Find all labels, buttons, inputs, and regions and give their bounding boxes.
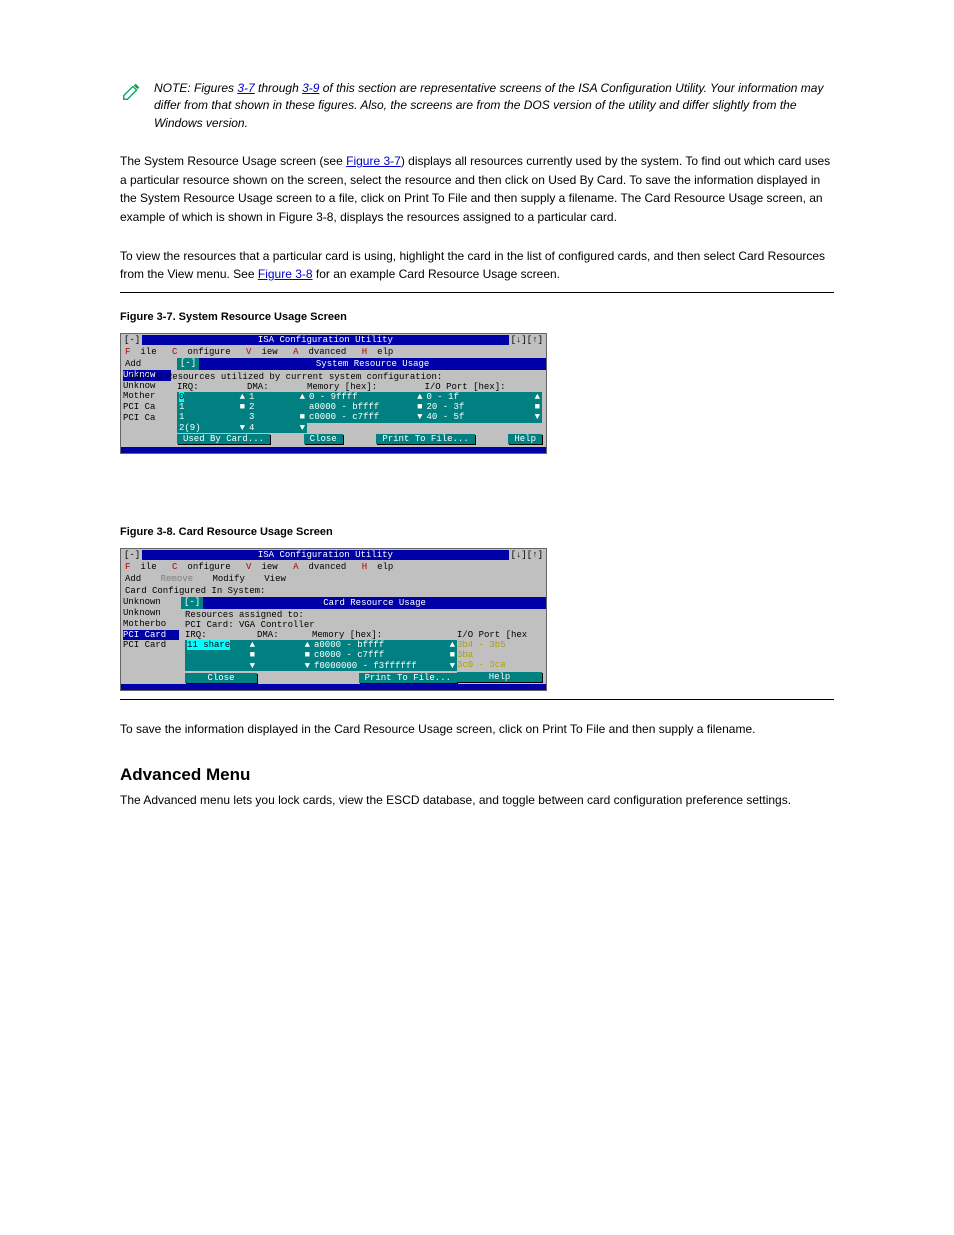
figure-caption-1: Figure 3-7. System Resource Usage Screen <box>120 311 834 323</box>
screenshot-card-resource-usage: [-] ISA Configuration Utility [↓][↑] Fil… <box>120 548 547 691</box>
memory-list[interactable]: 0 - 9ffff▲ a0000 - bffff■ c0000 - c7fff▼ <box>307 392 425 423</box>
note-paragraph: NOTE: Figures 3-7 through 3-9 of this se… <box>154 80 834 132</box>
figure-caption-2: Figure 3-8. Card Resource Usage Screen <box>120 526 834 538</box>
column-header-irq: IRQ: <box>177 382 247 392</box>
column-header-memory: Memory [hex]: <box>312 630 457 640</box>
dialog-title: System Resource Usage <box>199 358 546 370</box>
divider <box>120 292 834 293</box>
pencil-note-icon <box>120 80 144 102</box>
window-control-right[interactable]: [↓][↑] <box>511 550 543 560</box>
irq-list[interactable]: 0▲ 1■ 1 2(9)▼ <box>177 392 247 433</box>
section-heading-advanced: Advanced Menu <box>120 765 834 785</box>
screenshot-system-resource-usage: [-] ISA Configuration Utility [↓][↑] Fil… <box>120 333 547 454</box>
divider <box>120 699 834 700</box>
window-control-left[interactable]: [-] <box>124 335 140 345</box>
menu-bar[interactable]: File Configure View Advanced Help <box>121 561 546 573</box>
column-header-dma: DMA: <box>257 630 312 640</box>
body-paragraph-2: To view the resources that a particular … <box>120 247 834 284</box>
toolbar[interactable]: Add Remove Modify View <box>121 573 546 585</box>
window-title: ISA Configuration Utility <box>142 335 508 345</box>
memory-list[interactable]: a0000 - bffff▲ c0000 - c7fff■ f0000000 -… <box>312 640 457 671</box>
help-button[interactable]: Help <box>457 672 542 682</box>
help-button[interactable]: Help <box>508 434 542 444</box>
card-name-label: PCI Card: VGA Controller <box>185 620 542 630</box>
body-paragraph-3: To save the information displayed in the… <box>120 720 834 739</box>
io-list[interactable]: 0 - 1f▲ 20 - 3f■ 40 - 5f▼ <box>425 392 543 423</box>
window-title: ISA Configuration Utility <box>142 550 508 560</box>
close-button[interactable]: Close <box>185 673 257 683</box>
irq-list[interactable]: 11 share▲ ■ ▼ <box>185 640 257 671</box>
used-by-card-button[interactable]: Used By Card... <box>177 434 270 444</box>
dialog-title: Card Resource Usage <box>203 597 546 609</box>
figure-link-3-7[interactable]: 3-7 <box>237 81 254 95</box>
section-header: Card Configured In System: <box>121 585 546 597</box>
dma-list[interactable]: 1▲ 2 3■ 4▼ <box>247 392 307 433</box>
window-control-left[interactable]: [-] <box>124 550 140 560</box>
column-header-io: I/O Port [hex]: <box>425 382 543 392</box>
column-header-dma: DMA: <box>247 382 307 392</box>
print-to-file-button[interactable]: Print To File... <box>376 434 474 444</box>
resources-assigned-label: Resources assigned to: <box>185 610 542 620</box>
window-control-right[interactable]: [↓][↑] <box>511 335 543 345</box>
dialog-control-icon[interactable]: [-] <box>181 597 203 609</box>
column-header-memory: Memory [hex]: <box>307 382 425 392</box>
menu-bar[interactable]: File Configure View Advanced Help <box>121 346 546 358</box>
column-header-irq: IRQ: <box>185 630 257 640</box>
column-header-io: I/O Port [hex <box>457 630 542 640</box>
body-paragraph-4: The Advanced menu lets you lock cards, v… <box>120 791 834 810</box>
toolbar-add[interactable]: AAdddd <box>121 358 177 370</box>
figure-link-3-7b[interactable]: Figure 3-7 <box>346 154 401 168</box>
dialog-control-icon[interactable]: [-] <box>177 358 199 370</box>
card-list-sidebar[interactable]: Unknown Unknown Motherbo PCI Card PCI Ca… <box>121 597 181 684</box>
figure-link-3-9[interactable]: 3-9 <box>302 81 319 95</box>
close-button[interactable]: Close <box>304 434 343 444</box>
dma-list[interactable]: ▲ ■ ▼ <box>257 640 312 671</box>
body-paragraph-1: The System Resource Usage screen (see Fi… <box>120 152 834 226</box>
dialog-message: Card C Resources utilized by current sys… <box>129 372 542 382</box>
print-to-file-button[interactable]: Print To File... <box>359 673 457 683</box>
figure-link-3-8[interactable]: Figure 3-8 <box>258 267 313 281</box>
